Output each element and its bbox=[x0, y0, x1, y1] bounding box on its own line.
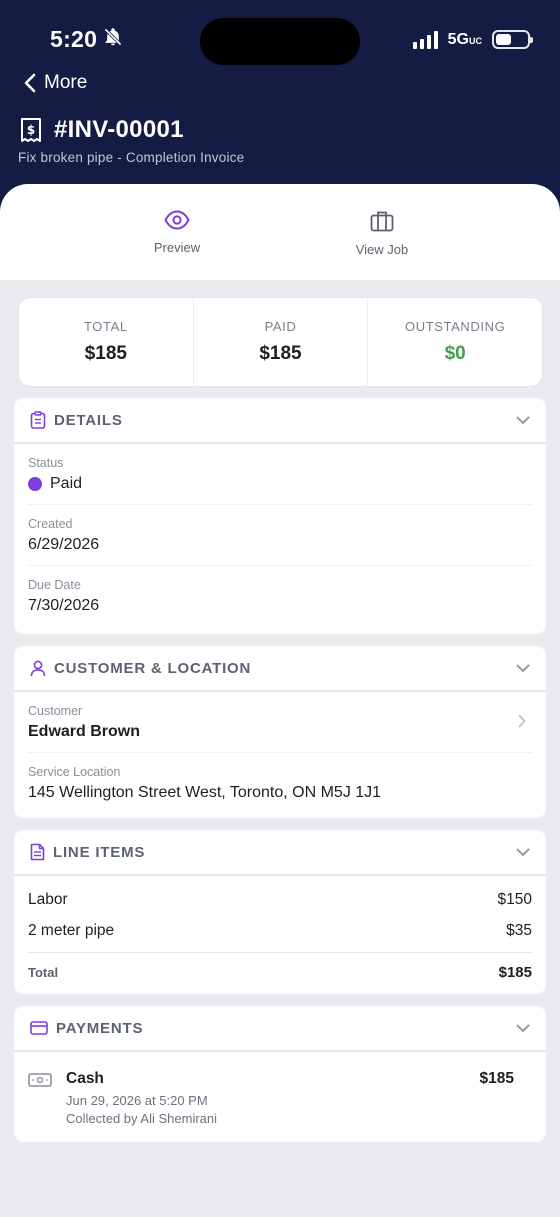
credit-card-icon bbox=[30, 1021, 48, 1035]
created-label: Created bbox=[28, 517, 73, 531]
payments-card: PAYMENTS Cash Jun 29, 2026 at 5:20 PM Co… bbox=[14, 1006, 546, 1142]
payment-amount: $185 bbox=[479, 1070, 514, 1087]
line-item-amount: $35 bbox=[506, 922, 532, 939]
line-total-label: Total bbox=[28, 965, 59, 980]
chevron-down-icon bbox=[516, 848, 530, 856]
line-items-header[interactable]: LINE ITEMS bbox=[14, 830, 546, 876]
payments-title: PAYMENTS bbox=[56, 1019, 144, 1037]
line-item-name: 2 meter pipe bbox=[28, 922, 115, 939]
service-location-label: Service Location bbox=[28, 765, 121, 779]
status-label: Status bbox=[28, 456, 64, 470]
due-date-value: 7/30/2026 bbox=[28, 597, 100, 614]
customer-fields: Customer Edward Brown Service Location 1… bbox=[14, 692, 546, 813]
payment-entry: Cash Jun 29, 2026 at 5:20 PM Collected b… bbox=[14, 1052, 546, 1126]
status-value: Paid bbox=[28, 475, 532, 493]
document-icon bbox=[30, 843, 45, 861]
svg-text:$: $ bbox=[27, 123, 35, 137]
line-item: 2 meter pipe $35 bbox=[14, 922, 546, 940]
briefcase-icon bbox=[370, 211, 394, 232]
customer-name: Edward Brown bbox=[28, 723, 141, 740]
due-date-field: Due Date 7/30/2026 bbox=[28, 566, 532, 626]
chevron-down-icon bbox=[516, 1024, 530, 1032]
invoice-title-row: $ #INV-00001 bbox=[20, 116, 184, 144]
signal-icon bbox=[412, 30, 438, 49]
back-label: More bbox=[44, 72, 88, 93]
status-field: Status Paid bbox=[28, 444, 532, 505]
created-field: Created 6/29/2026 bbox=[28, 505, 532, 566]
preview-label: Preview bbox=[153, 240, 201, 255]
status-indicators: 5GUC bbox=[412, 30, 533, 49]
page-subtitle: Fix broken pipe - Completion Invoice bbox=[18, 150, 245, 165]
paid-value: $185 bbox=[259, 343, 302, 364]
details-fields: Status Paid Created 6/29/2026 Due Date 7… bbox=[14, 444, 546, 626]
due-date-label: Due Date bbox=[28, 578, 81, 592]
payment-date: Jun 29, 2026 at 5:20 PM bbox=[66, 1093, 208, 1108]
customer-location-card: CUSTOMER & LOCATION Customer Edward Brow… bbox=[14, 646, 546, 818]
summary-total: TOTAL $185 bbox=[19, 298, 194, 386]
chevron-left-icon bbox=[24, 73, 36, 93]
page-title: #INV-00001 bbox=[54, 116, 184, 143]
customer-title: CUSTOMER & LOCATION bbox=[54, 659, 252, 677]
created-value: 6/29/2026 bbox=[28, 536, 100, 553]
details-card: DETAILS Status Paid Created 6/29/2026 Du… bbox=[14, 398, 546, 634]
summary-outstanding: OUTSTANDING $0 bbox=[368, 298, 542, 386]
line-items-title: LINE ITEMS bbox=[53, 843, 146, 861]
clipboard-icon bbox=[30, 411, 46, 429]
line-item-amount: $150 bbox=[497, 891, 532, 908]
outstanding-label: OUTSTANDING bbox=[405, 319, 506, 334]
chevron-down-icon bbox=[516, 664, 530, 672]
clock: 5:20 bbox=[50, 26, 98, 52]
status-text: Paid bbox=[50, 475, 83, 492]
battery-icon bbox=[492, 30, 533, 49]
outstanding-value: $0 bbox=[444, 343, 466, 364]
details-header[interactable]: DETAILS bbox=[14, 398, 546, 444]
chevron-right-icon bbox=[518, 714, 526, 728]
payments-header[interactable]: PAYMENTS bbox=[14, 1006, 546, 1052]
summary-paid: PAID $185 bbox=[194, 298, 369, 386]
cash-icon bbox=[28, 1073, 52, 1087]
line-item-name: Labor bbox=[28, 891, 68, 908]
total-value: $185 bbox=[84, 343, 127, 364]
service-location-value: 145 Wellington Street West, Toronto, ON … bbox=[28, 784, 382, 801]
line-items-total: Total $185 bbox=[28, 952, 532, 981]
person-icon bbox=[30, 660, 46, 676]
invoice-summary: TOTAL $185 PAID $185 OUTSTANDING $0 bbox=[18, 297, 543, 387]
details-title: DETAILS bbox=[54, 411, 123, 429]
payment-collector: Collected by Ali Shemirani bbox=[66, 1111, 218, 1126]
customer-header[interactable]: CUSTOMER & LOCATION bbox=[14, 646, 546, 692]
payment-method: Cash bbox=[66, 1070, 104, 1087]
preview-button[interactable]: Preview bbox=[117, 210, 237, 255]
chevron-down-icon bbox=[516, 416, 530, 424]
line-items-card: LINE ITEMS Labor $150 2 meter pipe $35 T… bbox=[14, 830, 546, 994]
action-bar: Preview View Job bbox=[0, 184, 560, 280]
view-job-label: View Job bbox=[355, 242, 409, 257]
line-item: Labor $150 bbox=[14, 891, 546, 909]
back-button[interactable]: More bbox=[24, 72, 87, 94]
bell-slash-icon bbox=[103, 26, 123, 53]
dynamic-island bbox=[200, 18, 360, 65]
eye-icon bbox=[164, 210, 190, 230]
paid-label: PAID bbox=[264, 319, 297, 334]
network-label: 5GUC bbox=[447, 30, 482, 48]
line-total-value: $185 bbox=[498, 964, 532, 981]
status-time: 5:20 bbox=[50, 26, 123, 53]
view-job-button[interactable]: View Job bbox=[322, 210, 442, 257]
customer-label: Customer bbox=[28, 704, 83, 718]
customer-field[interactable]: Customer Edward Brown bbox=[28, 692, 532, 753]
receipt-icon: $ bbox=[21, 118, 41, 142]
payment-info: Cash Jun 29, 2026 at 5:20 PM Collected b… bbox=[66, 1070, 217, 1126]
total-label: TOTAL bbox=[83, 319, 128, 334]
status-dot bbox=[28, 477, 42, 491]
service-location-field: Service Location 145 Wellington Street W… bbox=[28, 753, 532, 813]
